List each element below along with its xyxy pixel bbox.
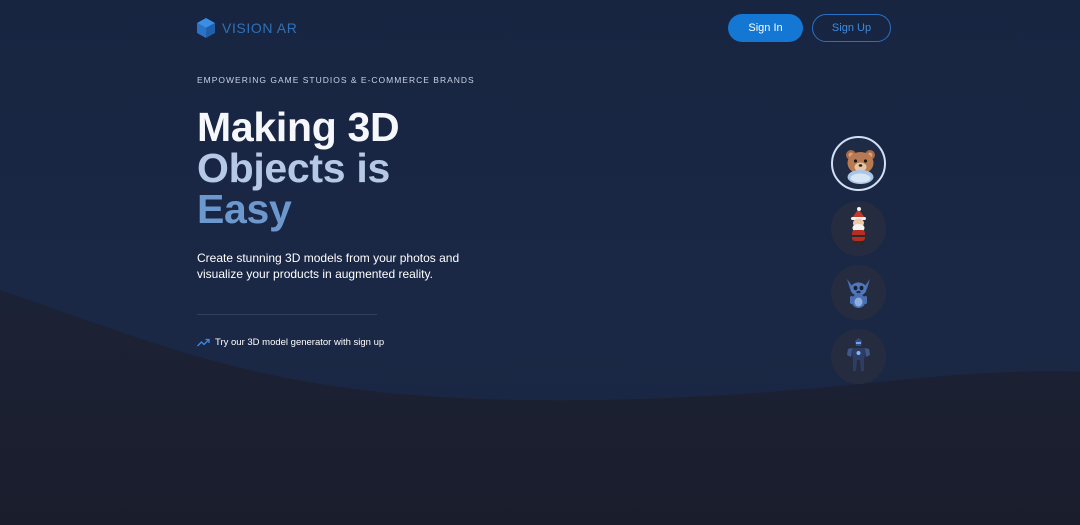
hero-kicker: EMPOWERING GAME STUDIOS & E-COMMERCE BRA… — [197, 75, 475, 85]
brand-name: VISION AR — [222, 20, 298, 36]
brand-logo[interactable]: VISION AR — [196, 17, 297, 39]
try-generator-link[interactable]: Try our 3D model generator with sign up — [197, 337, 384, 348]
try-generator-label: Try our 3D model generator with sign up — [215, 337, 385, 348]
blue-creature-icon — [847, 279, 870, 308]
sign-up-button[interactable]: Sign Up — [812, 14, 891, 42]
cube-logo-icon — [197, 18, 215, 38]
hero-headline: Making 3D Objects is Easy — [197, 104, 400, 232]
trending-up-icon — [197, 338, 210, 347]
background-wave — [0, 290, 1080, 525]
headline-line-3: Easy — [197, 186, 292, 232]
divider — [197, 314, 377, 315]
model-thumbnail-teddy-bear[interactable] — [831, 136, 886, 191]
sign-in-button[interactable]: Sign In — [728, 14, 803, 42]
armored-robot-icon — [847, 338, 870, 371]
model-thumbnail-santa[interactable] — [831, 201, 886, 256]
headline-line-1: Making 3D — [197, 104, 400, 150]
model-thumbnail-blue-creature[interactable] — [831, 265, 886, 320]
model-thumbnail-armored-robot[interactable] — [831, 329, 886, 384]
santa-icon — [851, 207, 866, 245]
hero-subtext: Create stunning 3D models from your phot… — [197, 251, 460, 281]
headline-line-2: Objects is — [197, 145, 390, 191]
